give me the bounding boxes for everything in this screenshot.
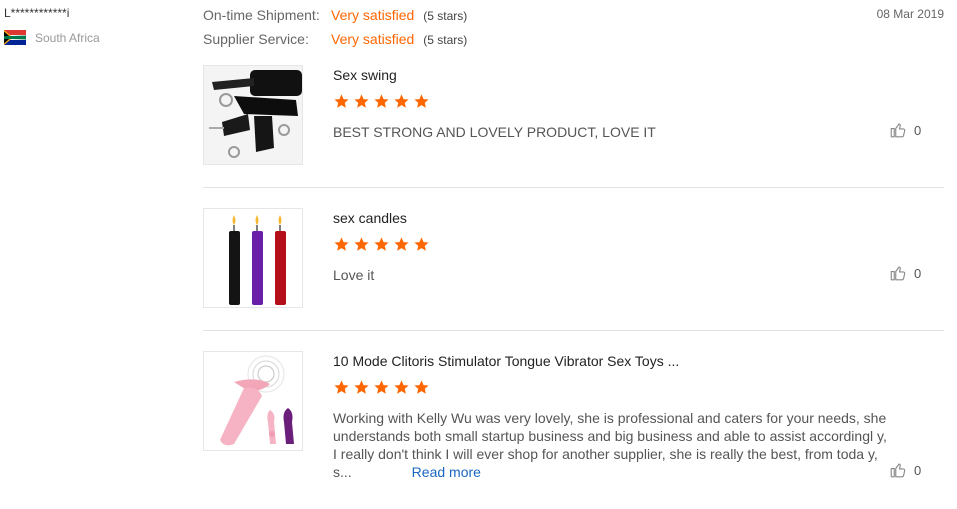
- star-icon: [414, 380, 429, 394]
- star-icon: [374, 94, 389, 108]
- star-icon: [374, 237, 389, 251]
- thumbs-up-icon: [890, 266, 906, 281]
- like-count: 0: [914, 122, 922, 138]
- rating-stars-text: (5 stars): [423, 33, 468, 47]
- review-text: BEST STRONG AND LOVELY PRODUCT, LOVE IT: [333, 124, 656, 140]
- like-button[interactable]: 0: [889, 121, 921, 139]
- star-icon: [394, 380, 409, 394]
- rating-value: Very satisfied: [331, 31, 415, 47]
- review-text: Working with Kelly Wu was very lovely, s…: [333, 409, 893, 481]
- reviewer-name: L************i: [4, 6, 70, 20]
- like-button[interactable]: 0: [889, 264, 921, 282]
- star-icon: [334, 237, 349, 251]
- star-icon: [354, 237, 369, 251]
- star-icon: [394, 237, 409, 251]
- product-rating-stars: [333, 236, 430, 253]
- swing-image: [204, 66, 302, 164]
- rating-on-time-shipment: On-time Shipment: Very satisfied (5 star…: [203, 7, 467, 31]
- star-icon: [334, 380, 349, 394]
- product-image[interactable]: [203, 208, 303, 308]
- rating-supplier-service: Supplier Service: Very satisfied (5 star…: [203, 31, 467, 55]
- candles-image: [204, 209, 302, 307]
- product-image[interactable]: [203, 351, 303, 451]
- product-rating-stars: [333, 379, 430, 396]
- rating-value: Very satisfied: [331, 7, 415, 23]
- product-title[interactable]: Sex swing: [333, 67, 397, 83]
- star-icon: [394, 94, 409, 108]
- star-icon: [354, 380, 369, 394]
- vibrator-image: [204, 352, 302, 450]
- star-icon: [414, 237, 429, 251]
- country-name: South Africa: [35, 30, 100, 45]
- thumbs-up-icon: [890, 463, 906, 478]
- review-date: 08 Mar 2019: [876, 7, 944, 21]
- star-icon: [334, 94, 349, 108]
- like-count: 0: [914, 462, 922, 478]
- rating-stars-text: (5 stars): [423, 9, 468, 23]
- star-icon: [354, 94, 369, 108]
- reviewer-country: South Africa: [4, 30, 100, 45]
- product-title[interactable]: sex candles: [333, 210, 407, 226]
- product-rating-stars: [333, 93, 430, 110]
- product-review: Sex swing BEST STRONG AND LOVELY PRODUCT…: [203, 65, 944, 188]
- product-image[interactable]: [203, 65, 303, 165]
- thumbs-up-icon: [890, 123, 906, 138]
- rating-label: On-time Shipment:: [203, 7, 320, 23]
- like-button[interactable]: 0: [889, 461, 921, 479]
- star-icon: [374, 380, 389, 394]
- rating-label: Supplier Service:: [203, 31, 309, 47]
- read-more-link[interactable]: Read more: [412, 464, 481, 480]
- review-text: Love it: [333, 267, 375, 283]
- product-review: sex candles Love it 0: [203, 208, 944, 331]
- supplier-ratings: On-time Shipment: Very satisfied (5 star…: [203, 7, 467, 55]
- product-title[interactable]: 10 Mode Clitoris Stimulator Tongue Vibra…: [333, 353, 679, 369]
- product-review: 10 Mode Clitoris Stimulator Tongue Vibra…: [203, 351, 944, 501]
- reviewer-info: L************i South Africa: [4, 6, 100, 45]
- star-icon: [414, 94, 429, 108]
- like-count: 0: [914, 265, 922, 281]
- south-africa-flag-icon: [4, 30, 26, 45]
